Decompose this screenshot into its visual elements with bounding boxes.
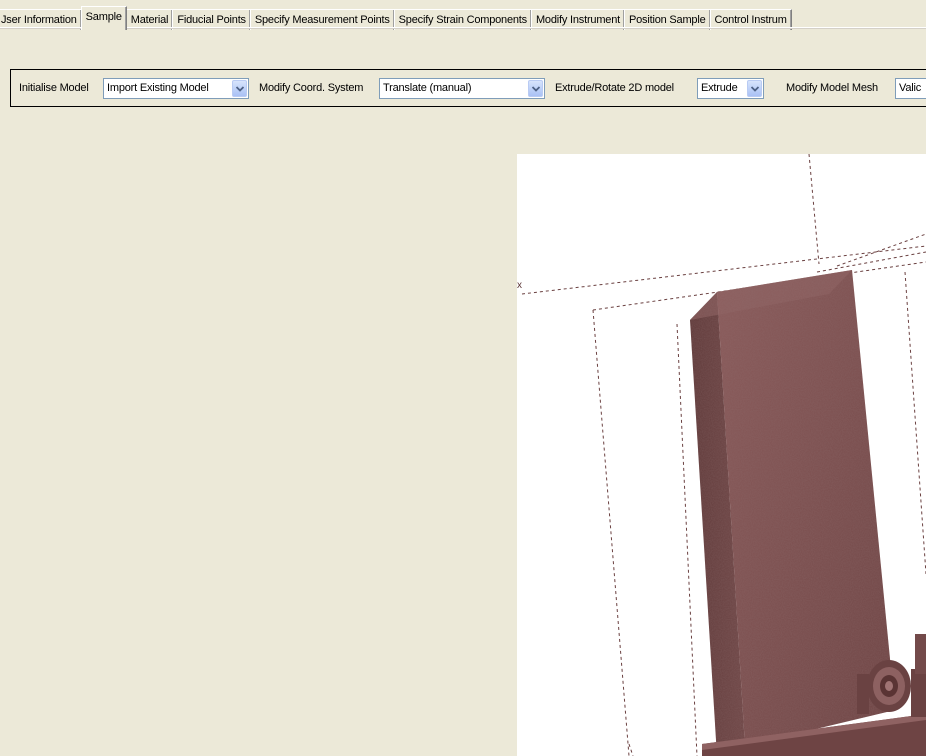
chevron-down-icon[interactable] [528,80,543,97]
extrude-rotate-label: Extrude/Rotate 2D model [555,82,674,94]
modify-model-mesh-dropdown[interactable]: Valic [895,78,926,99]
modify-model-mesh-value: Valic [899,82,922,94]
model-toolbar: Initialise Model Import Existing Model M… [10,69,926,107]
tab-strip: Jser Information Sample Material Fiducial P… [0,6,926,30]
chevron-down-icon[interactable] [747,80,762,97]
modify-model-mesh-label: Modify Model Mesh [786,82,878,94]
extrude-rotate-dropdown[interactable]: Extrude [697,78,764,99]
tab-strip-divider-shadow [0,28,926,29]
chevron-down-icon[interactable] [232,80,247,97]
tab-sample[interactable]: Sample [80,6,127,30]
model-render [521,154,926,756]
x-axis-label: x [517,280,522,291]
initialise-model-value: Import Existing Model [107,82,209,94]
modify-coord-system-value: Translate (manual) [383,82,472,94]
modify-coord-system-dropdown[interactable]: Translate (manual) [379,78,545,99]
bounding-box-front [628,323,698,756]
initialise-model-label: Initialise Model [19,82,89,94]
extrude-rotate-value: Extrude [701,82,738,94]
initialise-model-dropdown[interactable]: Import Existing Model [103,78,249,99]
model-3d-viewport[interactable]: x [517,154,926,756]
modify-coord-system-label: Modify Coord. System [259,82,364,94]
